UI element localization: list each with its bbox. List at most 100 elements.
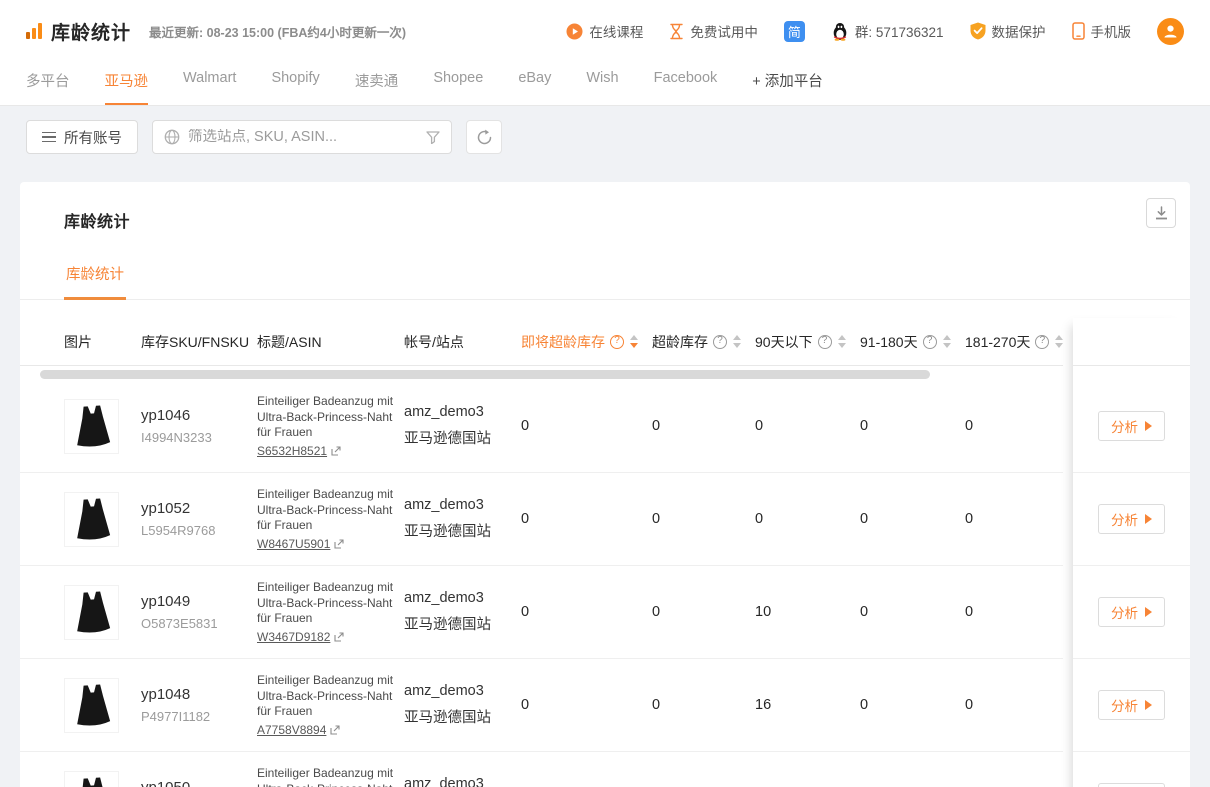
sort-icon[interactable] [943,335,951,348]
all-accounts-label: 所有账号 [64,127,122,148]
tab-shopify[interactable]: Shopify [271,62,319,105]
export-download-button[interactable] [1146,198,1176,228]
mobile-version-link[interactable]: 手机版 [1072,21,1132,41]
tab-inventory-age-stats[interactable]: 库龄统计 [64,255,126,300]
external-link-icon[interactable] [334,539,344,549]
product-title: Einteiliger Badeanzug mit Ultra-Back-Pri… [257,487,396,534]
site-name: 亚马逊德国站 [404,613,521,634]
user-avatar[interactable] [1157,18,1184,45]
site-name: 亚马逊德国站 [404,706,521,727]
near-overage-value: 0 [521,511,652,527]
question-icon[interactable] [713,335,727,349]
tab-amazon[interactable]: 亚马逊 [105,62,149,105]
table-scroll-area: 图片 库存SKU/FNSKU 标题/ASIN 帐号/站点 即将超龄库存 超龄库存… [20,318,1063,787]
globe-icon [164,129,180,145]
play-triangle-icon [1145,421,1152,431]
analyze-button[interactable]: 分析 [1098,783,1165,787]
black-dress-image [69,774,115,787]
qq-icon [831,22,849,41]
play-triangle-icon [1145,700,1152,710]
simplified-chinese-badge[interactable]: 简 [784,21,805,42]
near-overage-value: 0 [521,418,652,434]
sort-icon[interactable] [733,335,741,348]
free-trial-link[interactable]: 免费试用中 [669,21,758,41]
header-181-270-days[interactable]: 181-270天 [965,332,1063,352]
under-90-value: 0 [755,511,860,527]
question-icon[interactable] [923,335,937,349]
inventory-age-card: 库龄统计 库龄统计 图片 库存SKU/FNSKU 标题/ASIN 帐号/站点 即… [20,182,1190,787]
product-thumbnail[interactable] [64,771,119,787]
under-90-value: 0 [755,418,860,434]
site-name: 亚马逊德国站 [404,520,521,541]
play-triangle-icon [1145,607,1152,617]
question-icon[interactable] [1035,335,1049,349]
topbar-right: 在线课程 免费试用中 简 群: 571736321 数据保护 [566,18,1184,45]
asin-link[interactable]: A7758V8894 [257,723,326,737]
181-270-value: 0 [965,697,1063,713]
analyze-button[interactable]: 分析 [1098,597,1165,627]
site-name: 亚马逊德国站 [404,427,521,448]
181-270-value: 0 [965,418,1063,434]
tab-wish[interactable]: Wish [586,62,618,105]
inventory-age-table: 图片 库存SKU/FNSKU 标题/ASIN 帐号/站点 即将超龄库存 超龄库存… [20,318,1190,787]
product-title: Einteiliger Badeanzug mit Ultra-Back-Pri… [257,394,396,441]
play-triangle-icon [1145,514,1152,524]
question-icon[interactable] [610,335,624,349]
header-title-asin: 标题/ASIN [257,332,404,352]
page-title: 库龄统计 [51,18,131,45]
question-icon[interactable] [818,335,832,349]
tab-aliexpress[interactable]: 速卖通 [355,62,399,105]
filter-search-input[interactable] [188,129,418,145]
filter-funnel-icon[interactable] [426,131,440,144]
data-protection-link[interactable]: 数据保护 [970,21,1046,41]
site-sku-filter-box[interactable] [152,120,452,154]
product-thumbnail[interactable] [64,492,119,547]
asin-link[interactable]: W3467D9182 [257,630,330,644]
sort-icon[interactable] [838,335,846,348]
play-circle-icon [566,23,583,40]
qq-group-label: 群: 571736321 [855,21,944,41]
181-270-value: 0 [965,511,1063,527]
product-thumbnail[interactable] [64,585,119,640]
sort-icon[interactable] [630,335,638,348]
header-overage[interactable]: 超龄库存 [652,332,755,352]
product-thumbnail[interactable] [64,399,119,454]
analyze-button[interactable]: 分析 [1098,690,1165,720]
account-name: amz_demo3 [404,497,521,513]
header-91-180-days[interactable]: 91-180天 [860,332,965,352]
online-course-link[interactable]: 在线课程 [566,21,643,41]
account-name: amz_demo3 [404,776,521,787]
external-link-icon[interactable] [330,725,340,735]
tab-facebook[interactable]: Facebook [654,62,718,105]
sku-value: yp1046 [141,407,257,424]
product-title: Einteiliger Badeanzug mit Ultra-Back-Pri… [257,580,396,627]
product-thumbnail[interactable] [64,678,119,733]
header-near-overage[interactable]: 即将超龄库存 [521,332,652,352]
account-name: amz_demo3 [404,683,521,699]
analyze-button[interactable]: 分析 [1098,504,1165,534]
91-180-value: 0 [860,418,965,434]
tab-multi-platform[interactable]: 多平台 [26,62,70,105]
header-image: 图片 [20,332,141,352]
external-link-icon[interactable] [331,446,341,456]
header-under-90-days[interactable]: 90天以下 [755,332,860,352]
qq-group-link[interactable]: 群: 571736321 [831,21,944,41]
all-accounts-button[interactable]: 所有账号 [26,120,138,154]
online-course-label: 在线课程 [589,21,643,41]
tab-walmart[interactable]: Walmart [183,62,236,105]
sort-icon[interactable] [1055,335,1063,348]
analyze-button[interactable]: 分析 [1098,411,1165,441]
asin-link[interactable]: S6532H8521 [257,444,327,458]
tab-ebay[interactable]: eBay [518,62,551,105]
header-account-site: 帐号/站点 [404,332,521,352]
external-link-icon[interactable] [334,632,344,642]
tab-shopee[interactable]: Shopee [433,62,483,105]
black-dress-image [69,588,115,636]
overage-value: 0 [652,511,755,527]
fixed-action-column: 分析 分析 分析 分析 分析 [1073,318,1190,787]
refresh-button[interactable] [466,120,502,154]
product-title: Einteiliger Badeanzug mit Ultra-Back-Pri… [257,673,396,720]
asin-link[interactable]: W8467U5901 [257,537,330,551]
horizontal-scrollbar-thumb[interactable] [40,370,930,379]
add-platform-button[interactable]: + 添加平台 [752,62,823,105]
